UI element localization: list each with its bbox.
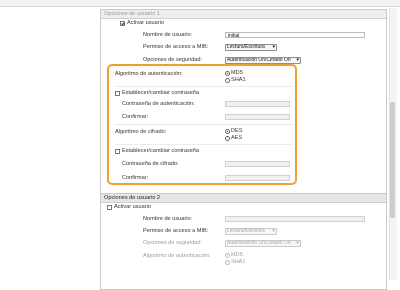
security-options-2-value: Autenticación On/Cifrado On [227, 240, 291, 246]
mib-permission-2-select[interactable]: Lectura/Escritura ▾ [225, 228, 277, 235]
auth-sha1-2-label: SHA1 [231, 259, 246, 265]
encrypt-confirm-1-label: Confirmar: [122, 175, 149, 181]
mib-permission-1-value: Lectura/Escritura [227, 44, 265, 50]
security-options-1-value: Autenticación On/Cifrado On [227, 57, 291, 63]
set-auth-password-1-checkbox[interactable] [115, 91, 120, 96]
section-1-title: Opciones de usuario 1 [101, 10, 386, 19]
set-encrypt-password-1-label: Establecer/cambiar contraseña [122, 148, 200, 154]
chevron-down-icon: ▾ [272, 228, 275, 234]
username-2-field[interactable] [225, 216, 365, 222]
auth-confirm-1-field[interactable] [225, 114, 290, 120]
encrypt-password-1-field[interactable] [225, 161, 290, 167]
auth-md5-2-label: MD5 [231, 252, 243, 258]
auth-algorithm-2-label: Algoritmo de autenticación: [143, 253, 211, 259]
section-2-title: Opciones de usuario 2 [101, 194, 386, 203]
chevron-down-icon: ▾ [296, 57, 299, 63]
auth-sha1-2-radio[interactable] [225, 260, 230, 265]
activate-user-2-label: Activar usuario [114, 204, 151, 210]
chevron-down-icon: ▾ [272, 44, 275, 50]
divider [115, 124, 293, 125]
mib-permission-2-value: Lectura/Escritura [227, 228, 265, 234]
mib-permission-2-label: Permiso de acceso a MIB: [143, 228, 209, 234]
encrypt-aes-1-radio[interactable] [225, 136, 230, 141]
encrypt-algorithm-1-label: Algoritmo de cifrado: [115, 129, 167, 135]
activate-user-1-checkbox[interactable] [120, 21, 125, 26]
chevron-down-icon: ▾ [296, 240, 299, 246]
auth-md5-1-radio[interactable] [225, 71, 230, 76]
encrypt-password-1-label: Contraseña de cifrado: [122, 161, 179, 167]
username-2-label: Nombre de usuario: [143, 216, 193, 222]
set-auth-password-1-label: Establecer/cambiar contraseña [122, 90, 200, 96]
encrypt-des-1-label: DES [231, 128, 243, 134]
mib-permission-1-label: Permiso de acceso a MIB: [143, 44, 209, 50]
set-encrypt-password-1-checkbox[interactable] [115, 149, 120, 154]
activate-user-2-checkbox[interactable] [107, 205, 112, 210]
encrypt-confirm-1-field[interactable] [225, 175, 290, 181]
security-options-1-label: Opciones de seguridad: [143, 57, 203, 63]
top-toolbar [0, 0, 400, 7]
auth-password-1-field[interactable] [225, 101, 290, 107]
security-options-2-select[interactable]: Autenticación On/Cifrado On ▾ [225, 240, 301, 247]
security-options-2-label: Opciones de seguridad: [143, 240, 203, 246]
mib-permission-1-select[interactable]: Lectura/Escritura ▾ [225, 44, 277, 51]
auth-confirm-1-label: Confirmar: [122, 114, 149, 120]
divider [115, 144, 293, 145]
encrypt-des-1-radio[interactable] [225, 129, 230, 134]
username-1-label: Nombre de usuario: [143, 32, 193, 38]
username-1-field[interactable]: initial [225, 32, 365, 39]
divider [115, 86, 293, 87]
auth-algorithm-1-label: Algoritmo de autenticación: [115, 71, 183, 77]
security-options-1-select[interactable]: Autenticación On/Cifrado On ▾ [225, 57, 301, 64]
auth-password-1-label: Contraseña de autenticación: [122, 101, 195, 107]
encrypt-aes-1-label: AES [231, 135, 243, 141]
auth-md5-1-label: MD5 [231, 70, 243, 76]
activate-user-1-label: Activar usuario [127, 20, 164, 26]
scrollbar-thumb[interactable] [390, 102, 395, 218]
auth-sha1-1-radio[interactable] [225, 78, 230, 83]
auth-md5-2-radio[interactable] [225, 253, 230, 258]
auth-sha1-1-label: SHA1 [231, 77, 246, 83]
